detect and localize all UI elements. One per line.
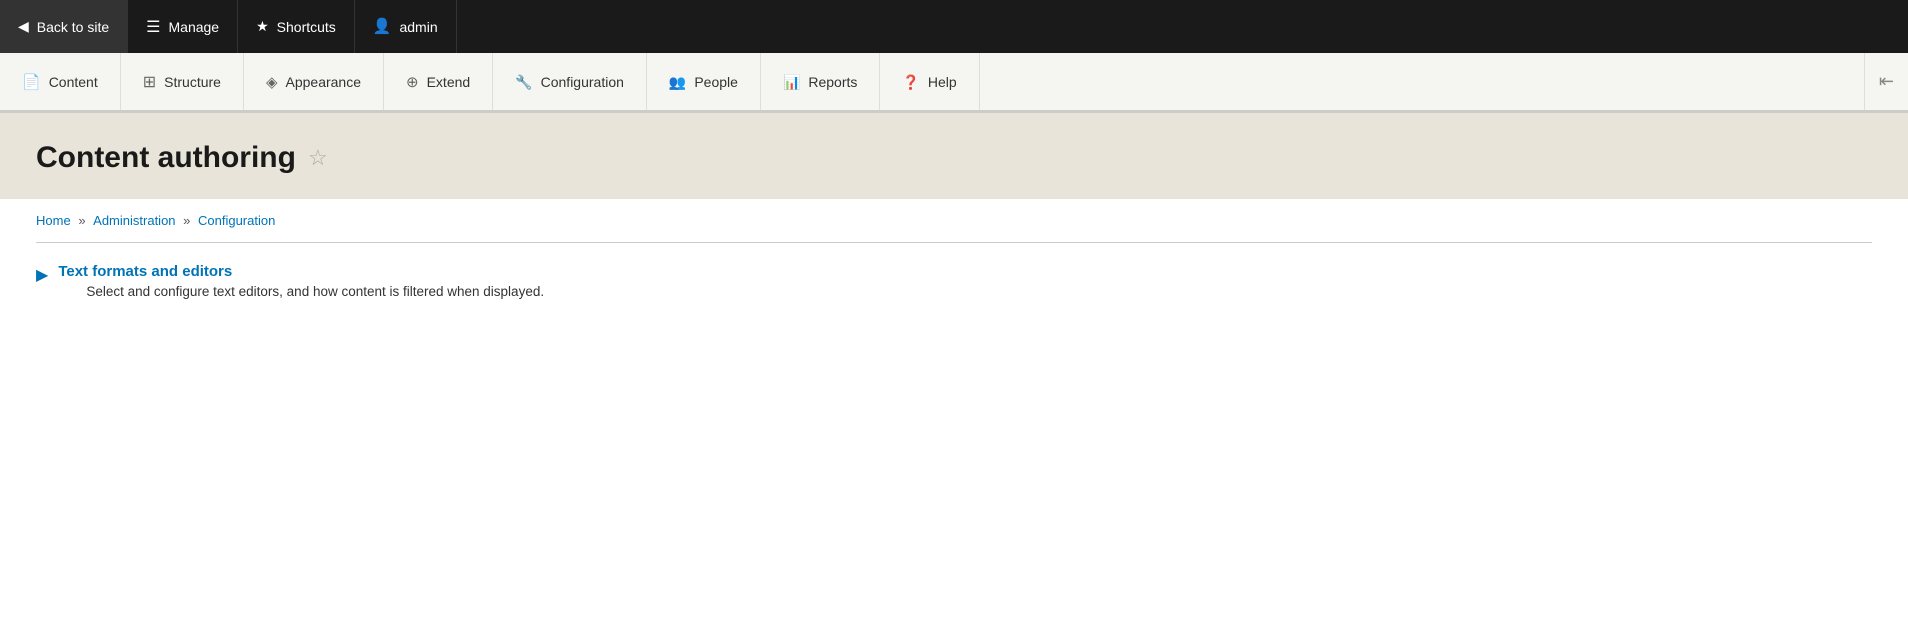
back-to-site-label: Back to site xyxy=(37,19,109,35)
page-title: Content authoring xyxy=(36,141,296,175)
appearance-icon xyxy=(266,71,278,92)
breadcrumb-administration[interactable]: Administration xyxy=(93,213,175,228)
breadcrumb-sep-1: » xyxy=(78,213,89,228)
nav-content-label: Content xyxy=(49,74,98,90)
help-icon xyxy=(902,71,919,92)
nav-extend[interactable]: Extend xyxy=(384,53,493,110)
bookmark-icon[interactable]: ☆ xyxy=(308,145,328,171)
shortcuts-button[interactable]: Shortcuts xyxy=(238,0,355,53)
breadcrumb-configuration[interactable]: Configuration xyxy=(198,213,275,228)
back-to-site-button[interactable]: Back to site xyxy=(0,0,128,53)
page-title-row: Content authoring ☆ xyxy=(36,141,1872,175)
people-icon xyxy=(669,71,686,92)
list-item: Text formats and editors Select and conf… xyxy=(36,263,1872,299)
back-icon xyxy=(18,18,29,36)
nav-configuration[interactable]: Configuration xyxy=(493,53,647,110)
nav-extend-label: Extend xyxy=(427,74,471,90)
breadcrumb: Home » Administration » Configuration xyxy=(0,199,1908,228)
nav-help-label: Help xyxy=(928,74,957,90)
nav-configuration-label: Configuration xyxy=(541,74,624,90)
breadcrumb-home[interactable]: Home xyxy=(36,213,71,228)
content-icon xyxy=(22,71,41,92)
admin-bar: Back to site Manage Shortcuts admin xyxy=(0,0,1908,53)
nav-people[interactable]: People xyxy=(647,53,761,110)
structure-icon xyxy=(143,71,156,92)
nav-structure-label: Structure xyxy=(164,74,221,90)
main-nav: Content Structure Appearance Extend Conf… xyxy=(0,53,1908,113)
nav-appearance[interactable]: Appearance xyxy=(244,53,384,110)
nav-help[interactable]: Help xyxy=(880,53,979,110)
section-text-block: Text formats and editors Select and conf… xyxy=(58,263,544,299)
manage-button[interactable]: Manage xyxy=(128,0,238,53)
admin-user-label: admin xyxy=(399,19,437,35)
manage-label: Manage xyxy=(169,19,220,35)
extend-icon xyxy=(406,71,419,92)
star-icon xyxy=(256,18,269,36)
text-formats-link[interactable]: Text formats and editors xyxy=(58,263,232,280)
shortcuts-label: Shortcuts xyxy=(277,19,336,35)
admin-user-button[interactable]: admin xyxy=(355,0,457,53)
content-area: Text formats and editors Select and conf… xyxy=(0,243,1908,327)
nav-content[interactable]: Content xyxy=(0,53,121,110)
expand-arrow-icon[interactable] xyxy=(36,264,48,285)
config-icon xyxy=(515,71,532,92)
nav-appearance-label: Appearance xyxy=(286,74,362,90)
page-header: Content authoring ☆ xyxy=(0,113,1908,199)
breadcrumb-sep-2: » xyxy=(183,213,194,228)
user-icon xyxy=(373,17,392,36)
nav-structure[interactable]: Structure xyxy=(121,53,244,110)
collapse-icon xyxy=(1879,71,1894,92)
text-formats-description: Select and configure text editors, and h… xyxy=(86,284,544,299)
nav-reports[interactable]: Reports xyxy=(761,53,880,110)
menu-icon xyxy=(146,17,160,37)
reports-icon xyxy=(783,71,800,92)
nav-collapse-button[interactable] xyxy=(1864,53,1908,110)
nav-reports-label: Reports xyxy=(808,74,857,90)
nav-people-label: People xyxy=(694,74,738,90)
